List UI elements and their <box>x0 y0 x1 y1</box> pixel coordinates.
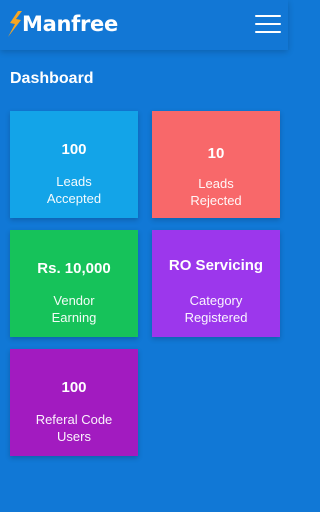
card-label-line: Leads <box>56 174 92 189</box>
card-label: Referal Code Users <box>16 411 132 445</box>
brand-name: Manfree <box>22 12 118 36</box>
brand-logo[interactable]: Manfree <box>4 6 118 42</box>
top-app-bar: Manfree <box>0 0 288 50</box>
card-label-line: Registered <box>184 310 248 325</box>
card-label-line: Accepted <box>46 191 102 206</box>
card-label-line: Earning <box>51 310 97 325</box>
runner-logo-icon <box>8 11 22 37</box>
leads-accepted-card[interactable]: 100 Leads Accepted <box>10 111 138 218</box>
card-label-line: Users <box>57 429 91 444</box>
category-registered-card[interactable]: RO Servicing Category Registered <box>152 230 280 337</box>
vendor-earning-card[interactable]: Rs. 10,000 Vendor Earning <box>10 230 138 337</box>
card-value: 100 <box>61 141 87 158</box>
hamburger-menu-icon[interactable] <box>255 15 281 33</box>
card-label-line: Category <box>189 293 243 308</box>
card-label: Leads Rejected <box>158 175 274 209</box>
card-label-line: Vendor <box>53 293 95 308</box>
card-label: Vendor Earning <box>16 292 132 326</box>
menu-line <box>255 31 281 33</box>
card-label: Category Registered <box>158 292 274 326</box>
card-value: Rs. 10,000 <box>37 260 111 277</box>
menu-line <box>255 15 281 17</box>
card-value: RO Servicing <box>168 257 264 274</box>
app-screen: Manfree Dashboard 100 Leads Accepted 10 … <box>0 0 288 512</box>
menu-line <box>255 23 281 25</box>
card-label-line: Rejected <box>190 193 242 208</box>
card-label-line: Referal Code <box>35 412 113 427</box>
card-label: Leads Accepted <box>16 173 132 207</box>
card-value: 10 <box>207 145 225 162</box>
card-value: 100 <box>61 379 87 396</box>
referral-code-users-card[interactable]: 100 Referal Code Users <box>10 349 138 456</box>
leads-rejected-card[interactable]: 10 Leads Rejected <box>152 111 280 218</box>
card-label-line: Leads <box>198 176 234 191</box>
page-title: Dashboard <box>10 70 94 87</box>
